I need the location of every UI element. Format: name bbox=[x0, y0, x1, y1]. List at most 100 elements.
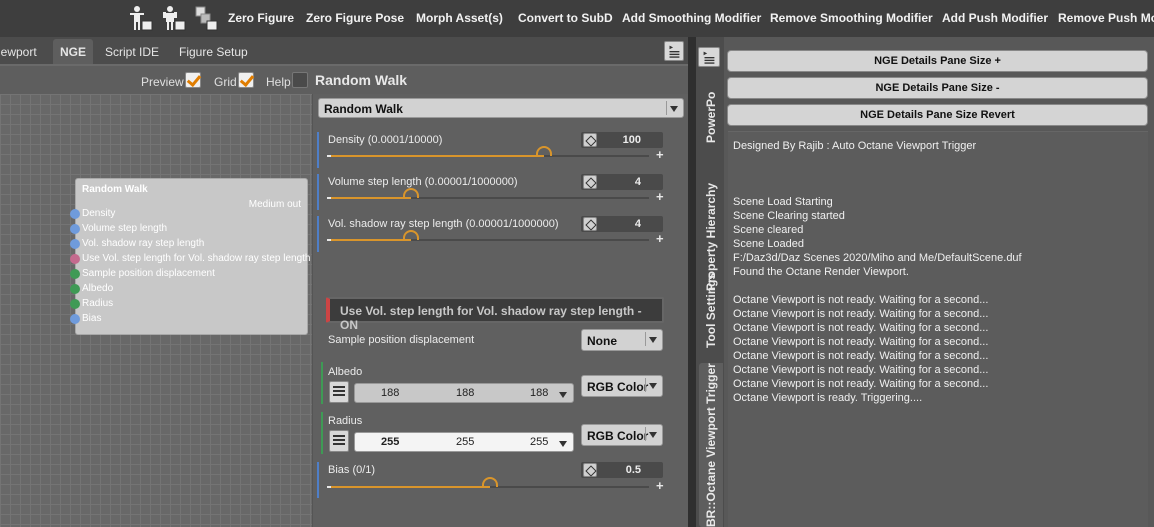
volume-step-value-field[interactable]: 4 bbox=[581, 174, 663, 190]
nge-panel: iewport NGE Script IDE Figure Setup Prev… bbox=[0, 37, 688, 527]
tab-viewport[interactable]: iewport bbox=[0, 45, 37, 59]
pane-size-decrease-button[interactable]: NGE Details Pane Size - bbox=[727, 77, 1148, 99]
log-line: Scene cleared bbox=[733, 224, 804, 236]
albedo-color-row: 188 188 188 bbox=[329, 381, 574, 403]
radius-color-field[interactable]: 255 255 255 bbox=[354, 432, 574, 452]
port-dot[interactable] bbox=[70, 209, 80, 219]
figure-pose-icon[interactable] bbox=[161, 4, 187, 32]
port-dot[interactable] bbox=[70, 224, 80, 234]
pane-size-revert-button[interactable]: NGE Details Pane Size Revert bbox=[727, 104, 1148, 126]
help-label: Help bbox=[266, 75, 291, 89]
pane-menu-icon[interactable] bbox=[698, 47, 720, 67]
chevron-down-icon bbox=[666, 101, 680, 115]
shadow-step-value-field[interactable]: 4 bbox=[581, 216, 663, 232]
chevron-down-icon bbox=[556, 387, 570, 401]
app-window: Zero Figure Zero Figure Pose Morph Asset… bbox=[0, 0, 1154, 527]
plus-icon[interactable]: + bbox=[656, 148, 664, 161]
tab-figure-setup[interactable]: Figure Setup bbox=[179, 45, 248, 59]
node-port[interactable]: Vol. shadow ray step length bbox=[70, 238, 204, 249]
bias-label: Bias (0/1) bbox=[328, 464, 376, 476]
log-line: Scene Loaded bbox=[733, 238, 804, 250]
albedo-mode-dropdown[interactable]: RGB Color bbox=[581, 375, 663, 397]
keyframe-icon[interactable] bbox=[583, 217, 597, 231]
use-vol-step-toggle[interactable]: Use Vol. step length for Vol. shadow ray… bbox=[326, 297, 664, 332]
port-dot[interactable] bbox=[70, 299, 80, 309]
displacement-dropdown[interactable]: None bbox=[581, 329, 663, 351]
slider-knob[interactable] bbox=[402, 188, 419, 198]
add-smoothing-modifier-button[interactable]: Add Smoothing Modifier bbox=[622, 11, 761, 25]
albedo-label: Albedo bbox=[328, 366, 363, 378]
plus-icon[interactable]: + bbox=[656, 190, 664, 203]
density-value-field[interactable]: 100 bbox=[581, 132, 663, 148]
add-push-modifier-button[interactable]: Add Push Modifier bbox=[942, 11, 1048, 25]
remove-smoothing-modifier-button[interactable]: Remove Smoothing Modifier bbox=[770, 11, 933, 25]
preview-checkbox[interactable] bbox=[185, 72, 201, 88]
pane-splitter[interactable] bbox=[688, 37, 696, 527]
node-header: Random Walk bbox=[82, 184, 148, 195]
tab-tool-settings[interactable]: Tool Settings bbox=[699, 265, 723, 355]
node-graph[interactable]: Random Walk Medium out Density Volume st… bbox=[0, 94, 312, 527]
grid-checkbox[interactable] bbox=[238, 72, 254, 88]
color-grid-icon[interactable] bbox=[329, 381, 349, 403]
radius-mode-dropdown[interactable]: RGB Color bbox=[581, 424, 663, 446]
volume-step-slider[interactable] bbox=[331, 188, 649, 199]
keyframe-icon[interactable] bbox=[583, 133, 597, 147]
color-grid-icon[interactable] bbox=[329, 430, 349, 452]
port-dot[interactable] bbox=[70, 314, 80, 324]
chevron-down-icon bbox=[645, 427, 659, 441]
log-line: Octane Viewport is not ready. Waiting fo… bbox=[733, 308, 989, 320]
keyframe-icon[interactable] bbox=[583, 175, 597, 189]
tab-nge[interactable]: NGE bbox=[53, 39, 94, 64]
top-toolbar: Zero Figure Zero Figure Pose Morph Asset… bbox=[0, 0, 1154, 37]
chevron-down-icon bbox=[645, 332, 659, 346]
shadow-step-slider[interactable] bbox=[331, 230, 649, 241]
port-dot[interactable] bbox=[70, 239, 80, 249]
bias-slider[interactable] bbox=[331, 477, 649, 488]
node-port[interactable]: Radius bbox=[70, 298, 113, 309]
tab-script-ide[interactable]: Script IDE bbox=[105, 45, 159, 59]
log-output: Designed By Rajib : Auto Octane Viewport… bbox=[728, 131, 1148, 527]
keyframe-icon[interactable] bbox=[583, 463, 597, 477]
log-line: Octane Viewport is not ready. Waiting fo… bbox=[733, 322, 989, 334]
bias-value-field[interactable]: 0.5 bbox=[581, 462, 663, 478]
tab-powerpose[interactable]: PowerPo bbox=[699, 71, 723, 163]
morph-asset-icon[interactable] bbox=[193, 4, 219, 32]
node-port[interactable]: Density bbox=[70, 208, 115, 219]
zero-figure-button[interactable]: Zero Figure bbox=[228, 11, 294, 25]
pane-size-increase-button[interactable]: NGE Details Pane Size + bbox=[727, 50, 1148, 72]
figure-zero-icon[interactable] bbox=[128, 4, 154, 32]
slider-knob[interactable] bbox=[536, 146, 553, 156]
density-slider[interactable] bbox=[331, 146, 649, 157]
albedo-color-field[interactable]: 188 188 188 bbox=[354, 383, 574, 403]
node-port[interactable]: Sample position displacement bbox=[70, 268, 215, 279]
plus-icon[interactable]: + bbox=[656, 232, 664, 245]
port-dot[interactable] bbox=[70, 284, 80, 294]
convert-to-subd-button[interactable]: Convert to SubD bbox=[518, 11, 613, 25]
log-line: Octane Viewport is not ready. Waiting fo… bbox=[733, 364, 989, 376]
tab-octane-viewport-trigger[interactable]: BR::Octane Viewport Trigger bbox=[699, 363, 723, 527]
shadow-step-label: Vol. shadow ray step length (0.00001/100… bbox=[328, 218, 559, 230]
port-dot[interactable] bbox=[70, 254, 80, 264]
port-dot[interactable] bbox=[70, 269, 80, 279]
node-port[interactable]: Volume step length bbox=[70, 223, 167, 234]
slider-knob[interactable] bbox=[482, 477, 498, 487]
log-line: Octane Viewport is not ready. Waiting fo… bbox=[733, 378, 989, 390]
selected-node-title: Random Walk bbox=[315, 72, 408, 88]
right-tab-strip: PowerPo Property Hierarchy Tool Settings… bbox=[696, 37, 724, 527]
random-walk-node[interactable]: Random Walk Medium out Density Volume st… bbox=[70, 178, 310, 335]
help-checkbox[interactable] bbox=[292, 72, 308, 88]
preset-dropdown[interactable]: Random Walk bbox=[318, 98, 684, 118]
morph-assets-button[interactable]: Morph Asset(s) bbox=[416, 11, 503, 25]
node-port[interactable]: Albedo bbox=[70, 283, 113, 294]
node-port[interactable]: Use Vol. step length for Vol. shadow ray… bbox=[70, 253, 310, 264]
panel-menu-icon[interactable] bbox=[664, 41, 684, 61]
zero-figure-pose-button[interactable]: Zero Figure Pose bbox=[306, 11, 404, 25]
log-line: Found the Octane Render Viewport. bbox=[733, 266, 909, 278]
slider-knob[interactable] bbox=[402, 230, 419, 240]
density-label: Density (0.0001/10000) bbox=[328, 134, 443, 146]
remove-push-modifier-button[interactable]: Remove Push Mo bbox=[1058, 11, 1154, 25]
log-line: Octane Viewport is not ready. Waiting fo… bbox=[733, 350, 989, 362]
plus-icon[interactable]: + bbox=[656, 479, 664, 492]
node-port[interactable]: Bias bbox=[70, 313, 101, 324]
log-line: Scene Clearing started bbox=[733, 210, 845, 222]
